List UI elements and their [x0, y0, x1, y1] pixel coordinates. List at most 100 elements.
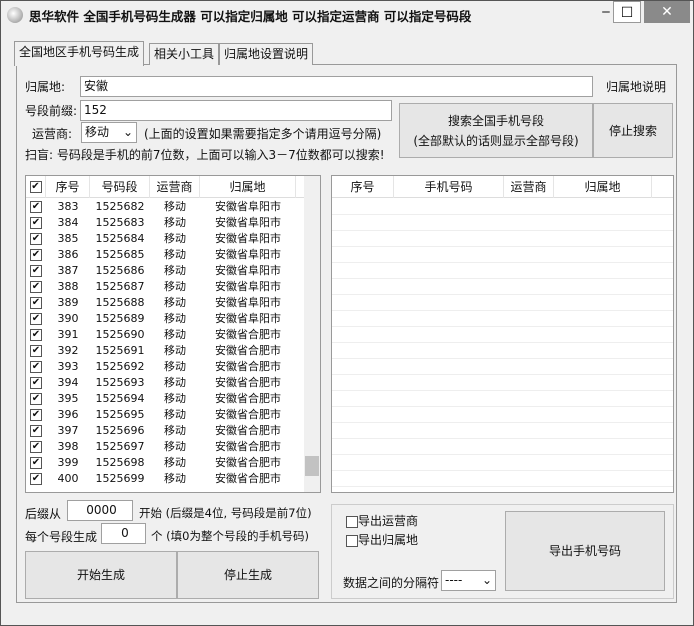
suffix-input[interactable]: 0000 [67, 500, 133, 521]
stop-generate-button[interactable]: 停止生成 [177, 551, 319, 599]
export-location-option[interactable]: 导出归属地 [346, 531, 418, 548]
table-row[interactable]: ✔ 386 1525685 移动 安徽省阜阳市 [26, 246, 320, 262]
row-checkbox[interactable]: ✔ [30, 264, 42, 277]
row-checkbox[interactable]: ✔ [30, 216, 42, 229]
row-checkbox-cell[interactable]: ✔ [26, 280, 46, 293]
select-all-checkbox[interactable]: ✔ [29, 181, 42, 193]
row-checkbox[interactable]: ✔ [30, 440, 42, 453]
row-checkbox-cell[interactable]: ✔ [26, 440, 46, 453]
result-list[interactable]: 序号 手机号码 运营商 归属地 [331, 175, 674, 493]
row-checkbox[interactable]: ✔ [30, 344, 42, 357]
row-checkbox[interactable]: ✔ [30, 424, 42, 437]
row-checkbox-cell[interactable]: ✔ [26, 424, 46, 437]
table-row[interactable]: ✔ 388 1525687 移动 安徽省阜阳市 [26, 278, 320, 294]
row-checkbox[interactable]: ✔ [30, 200, 42, 213]
table-row[interactable]: ✔ 392 1525691 移动 安徽省合肥市 [26, 342, 320, 358]
prefix-input[interactable]: 152 [80, 100, 392, 121]
row-checkbox[interactable]: ✔ [30, 328, 42, 341]
cell-location: 安徽省合肥市 [215, 376, 281, 389]
col-segment[interactable]: 号码段 [90, 176, 150, 198]
close-button[interactable]: ✕ [644, 1, 690, 23]
col-carrier[interactable]: 运营商 [150, 176, 200, 198]
col-phone[interactable]: 手机号码 [394, 176, 504, 198]
table-row[interactable]: ✔ 385 1525684 移动 安徽省阜阳市 [26, 230, 320, 246]
scrollbar[interactable] [304, 176, 320, 492]
export-carrier-checkbox[interactable] [346, 515, 358, 528]
cell-segment: 1525685 [95, 247, 145, 261]
scrollbar-thumb[interactable] [305, 456, 319, 476]
export-carrier-option[interactable]: 导出运营商 [346, 512, 418, 529]
row-checkbox[interactable]: ✔ [30, 360, 42, 373]
stop-search-button[interactable]: 停止搜索 [593, 103, 673, 158]
col-location[interactable]: 归属地 [200, 176, 296, 198]
row-checkbox-cell[interactable]: ✔ [26, 312, 46, 325]
col-index[interactable]: 序号 [46, 176, 90, 198]
tab-location-help[interactable]: 归属地设置说明 [219, 43, 314, 65]
carrier-hint: (上面的设置如果需要指定多个请用逗号分隔) [144, 127, 382, 141]
row-checkbox[interactable]: ✔ [30, 248, 42, 261]
export-button[interactable]: 导出手机号码 [505, 511, 665, 591]
row-checkbox-cell[interactable]: ✔ [26, 456, 46, 469]
table-row[interactable]: ✔ 389 1525688 移动 安徽省阜阳市 [26, 294, 320, 310]
row-checkbox[interactable]: ✔ [30, 392, 42, 405]
row-checkbox[interactable]: ✔ [30, 408, 42, 421]
segment-list[interactable]: ✔ 序号 号码段 运营商 归属地 ✔ 383 1525682 移动 安徽省阜阳市 ✔ 384… [25, 175, 321, 493]
export-carrier-label: 导出运营商 [358, 514, 419, 528]
col-location[interactable]: 归属地 [554, 176, 652, 198]
table-row[interactable]: ✔ 399 1525698 移动 安徽省合肥市 [26, 454, 320, 470]
row-checkbox-cell[interactable]: ✔ [26, 344, 46, 357]
cell-location: 安徽省阜阳市 [215, 264, 281, 277]
row-checkbox[interactable]: ✔ [30, 376, 42, 389]
table-row[interactable]: ✔ 397 1525696 移动 安徽省合肥市 [26, 422, 320, 438]
maximize-button[interactable]: ☐ [613, 1, 641, 23]
table-row[interactable]: ✔ 396 1525695 移动 安徽省合肥市 [26, 406, 320, 422]
row-checkbox[interactable]: ✔ [30, 296, 42, 309]
table-row[interactable]: ✔ 390 1525689 移动 安徽省阜阳市 [26, 310, 320, 326]
table-row[interactable]: ✔ 383 1525682 移动 安徽省阜阳市 [26, 198, 320, 214]
location-help-link[interactable]: 归属地说明 [606, 78, 666, 95]
row-checkbox-cell[interactable]: ✔ [26, 296, 46, 309]
count-hint: 个 (填0为整个号段的手机号码) [151, 529, 309, 543]
start-generate-button[interactable]: 开始生成 [25, 551, 177, 599]
row-checkbox[interactable]: ✔ [30, 456, 42, 469]
row-checkbox[interactable]: ✔ [30, 312, 42, 325]
search-button[interactable]: 搜索全国手机号段 (全部默认的话则显示全部号段) [399, 103, 593, 158]
row-checkbox-cell[interactable]: ✔ [26, 216, 46, 229]
search-button-label: 搜索全国手机号段 [447, 113, 544, 128]
tab-tools[interactable]: 相关小工具 [149, 43, 220, 65]
table-row[interactable]: ✔ 400 1525699 移动 安徽省合肥市 [26, 470, 320, 486]
tab-generate[interactable]: 全国地区手机号码生成 [14, 41, 145, 66]
count-input[interactable]: 0 [101, 523, 146, 544]
table-row[interactable]: ✔ 393 1525692 移动 安徽省合肥市 [26, 358, 320, 374]
row-checkbox-cell[interactable]: ✔ [26, 392, 46, 405]
table-row[interactable]: ✔ 387 1525686 移动 安徽省阜阳市 [26, 262, 320, 278]
table-row[interactable]: ✔ 395 1525694 移动 安徽省合肥市 [26, 390, 320, 406]
row-checkbox-cell[interactable]: ✔ [26, 376, 46, 389]
col-carrier[interactable]: 运营商 [504, 176, 554, 198]
col-index[interactable]: 序号 [332, 176, 394, 198]
row-checkbox-cell[interactable]: ✔ [26, 328, 46, 341]
table-row[interactable]: ✔ 391 1525690 移动 安徽省合肥市 [26, 326, 320, 342]
row-checkbox-cell[interactable]: ✔ [26, 264, 46, 277]
row-checkbox-cell[interactable]: ✔ [26, 360, 46, 373]
carrier-select[interactable]: 移动 ⌄ [81, 122, 137, 143]
separator-select[interactable]: ---- ⌄ [441, 570, 496, 591]
row-checkbox-cell[interactable]: ✔ [26, 408, 46, 421]
row-checkbox[interactable]: ✔ [30, 280, 42, 293]
row-checkbox-cell[interactable]: ✔ [26, 472, 46, 485]
export-location-checkbox[interactable] [346, 534, 358, 547]
location-input[interactable]: 安徽 [80, 76, 593, 97]
row-checkbox[interactable]: ✔ [30, 232, 42, 245]
carrier-label: 运营商: [32, 127, 73, 141]
cell-location: 安徽省合肥市 [215, 472, 281, 485]
row-checkbox[interactable]: ✔ [30, 472, 42, 485]
row-checkbox-cell[interactable]: ✔ [26, 200, 46, 213]
table-row[interactable]: ✔ 394 1525693 移动 安徽省合肥市 [26, 374, 320, 390]
table-row[interactable]: ✔ 398 1525697 移动 安徽省合肥市 [26, 438, 320, 454]
cell-carrier: 移动 [164, 408, 186, 421]
table-row[interactable]: ✔ 384 1525683 移动 安徽省阜阳市 [26, 214, 320, 230]
app-window: 思华软件 全国手机号码生成器 可以指定归属地 可以指定运营商 可以指定号码段 ‒… [0, 0, 694, 626]
location-label: 归属地: [25, 80, 66, 94]
row-checkbox-cell[interactable]: ✔ [26, 248, 46, 261]
row-checkbox-cell[interactable]: ✔ [26, 232, 46, 245]
